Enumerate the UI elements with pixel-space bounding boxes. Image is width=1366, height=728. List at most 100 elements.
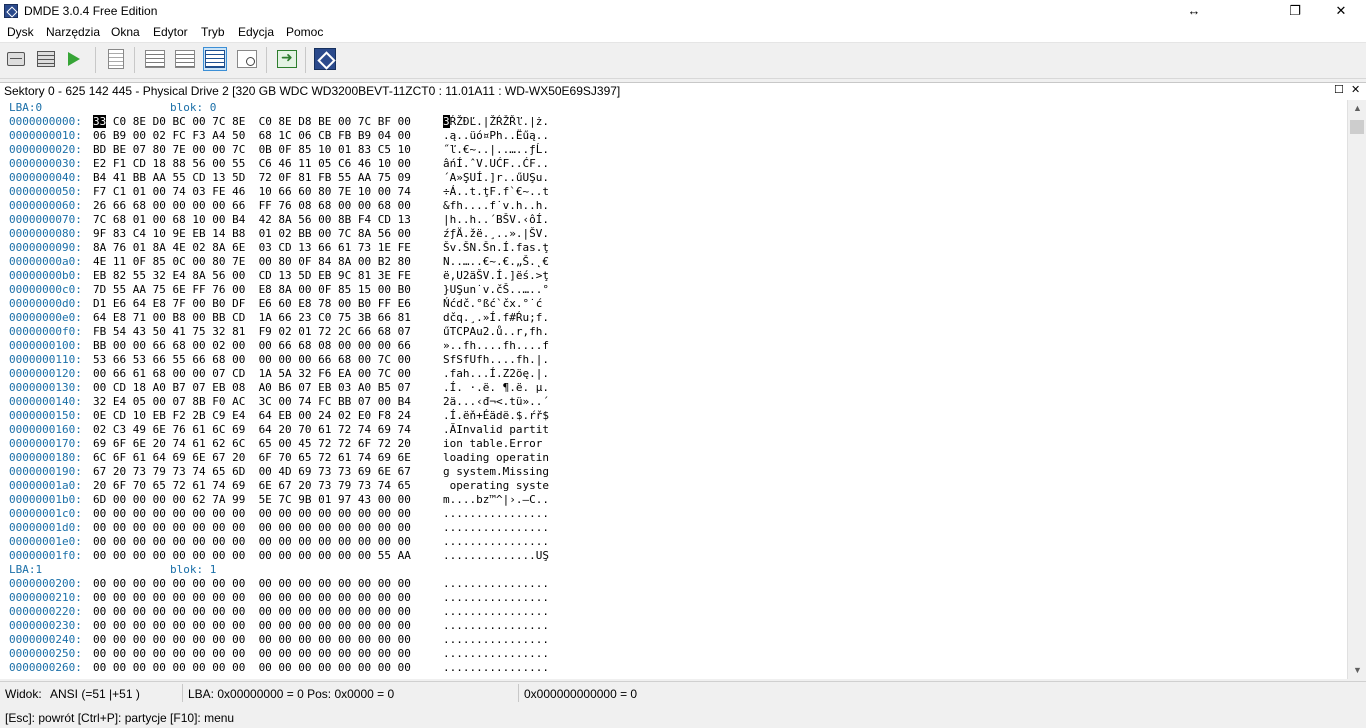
play-icon[interactable] [62,47,86,71]
row-ascii[interactable]: Ńćdč.°ßć`čx.°˙ć [443,297,542,310]
row-hex-bytes[interactable]: F7 C1 01 00 74 03 FE 46 10 66 60 80 7E 1… [93,185,443,199]
row-hex-bytes[interactable]: 7C 68 01 00 68 10 00 B4 42 8A 56 00 8B F… [93,213,443,227]
close-button[interactable]: ✕ [1318,0,1364,22]
status-encoding[interactable]: ANSI (=51 |+51 ) [50,687,140,701]
row-hex-bytes[interactable]: 4E 11 0F 85 0C 00 80 7E 00 80 0F 84 8A 0… [93,255,443,269]
tree-icon[interactable] [143,47,167,71]
row-hex-bytes[interactable]: 00 00 00 00 00 00 00 00 00 00 00 00 00 0… [93,619,443,633]
row-hex-bytes[interactable]: BB 00 00 66 68 00 02 00 00 66 68 08 00 0… [93,339,443,353]
row-hex-bytes[interactable]: 8A 76 01 8A 4E 02 8A 6E 03 CD 13 66 61 7… [93,241,443,255]
menu-tryb[interactable]: Tryb [201,25,225,39]
row-ascii[interactable]: SfSfUfh....fh.|. [443,353,549,366]
row-hex-bytes[interactable]: 20 6F 70 65 72 61 74 69 6E 67 20 73 79 7… [93,479,443,493]
row-ascii[interactable]: ˝ľ.€~..|..…..ƒĹ. [443,143,549,156]
find-icon[interactable] [235,47,259,71]
panel-maximize-button[interactable]: ☐ [1334,83,1344,96]
row-ascii[interactable]: âńÍ.ˆV.UĆF..ĆF.. [443,157,549,170]
row-ascii[interactable]: ................ [443,619,549,632]
row-hex-bytes[interactable]: 00 CD 18 A0 B7 07 EB 08 A0 B6 07 EB 03 A… [93,381,443,395]
row-ascii[interactable]: ................ [443,661,549,674]
row-ascii[interactable]: »..fh....fh....f [443,339,549,352]
row-hex-bytes[interactable]: 00 00 00 00 00 00 00 00 00 00 00 00 00 0… [93,549,443,563]
scroll-thumb[interactable] [1350,120,1364,134]
hex-editor[interactable]: LBA:0 blok: 0 0000000000: 33 C0 8E D0 BC 00… [0,100,1347,679]
goto-icon[interactable] [275,47,299,71]
row-ascii[interactable]: ................ [443,605,549,618]
list-icon[interactable] [173,47,197,71]
hex-view-icon[interactable] [203,47,227,71]
row-hex-bytes[interactable]: 06 B9 00 02 FC F3 A4 50 68 1C 06 CB FB B… [93,129,443,143]
row-hex-bytes[interactable]: 7D 55 AA 75 6E FF 76 00 E8 8A 00 0F 85 1… [93,283,443,297]
row-ascii[interactable]: &fh....f˙v.h..h. [443,199,549,212]
row-hex-bytes[interactable]: 00 00 00 00 00 00 00 00 00 00 00 00 00 0… [93,647,443,661]
row-hex-bytes[interactable]: E2 F1 CD 18 88 56 00 55 C6 46 11 05 C6 4… [93,157,443,171]
row-ascii[interactable]: ................ [443,577,549,590]
menu-dysk[interactable]: Dysk [7,25,34,39]
row-hex-bytes[interactable]: 00 66 61 68 00 00 07 CD 1A 5A 32 F6 EA 0… [93,367,443,381]
row-hex-bytes[interactable]: 64 E8 71 00 B8 00 BB CD 1A 66 23 C0 75 3… [93,311,443,325]
row-ascii[interactable]: űTCPAu2.ů..r,fh. [443,325,549,338]
row-hex-bytes[interactable]: 00 00 00 00 00 00 00 00 00 00 00 00 00 0… [93,661,443,675]
row-ascii[interactable]: .Í. ·.ë. ¶.ë. µ. [443,381,549,394]
row-ascii[interactable]: ÷Á..t.ţF.f`€~..t [443,185,549,198]
row-ascii[interactable]: ................ [443,647,549,660]
row-hex-bytes[interactable]: 00 00 00 00 00 00 00 00 00 00 00 00 00 0… [93,633,443,647]
menu-narzedzia[interactable]: Narzędzia [46,25,100,39]
row-ascii[interactable]: operating syste [443,479,549,492]
row-hex-bytes[interactable]: 69 6F 6E 20 74 61 62 6C 65 00 45 72 72 6… [93,437,443,451]
row-hex-bytes[interactable]: 9F 83 C4 10 9E EB 14 B8 01 02 BB 00 7C 8… [93,227,443,241]
row-ascii[interactable]: ................ [443,521,549,534]
row-hex-bytes[interactable]: 00 00 00 00 00 00 00 00 00 00 00 00 00 0… [93,535,443,549]
row-ascii[interactable]: ................ [443,591,549,604]
row-hex-bytes[interactable]: 00 00 00 00 00 00 00 00 00 00 00 00 00 0… [93,577,443,591]
menu-okna[interactable]: Okna [111,25,140,39]
row-ascii[interactable]: }UŞun˙v.čŠ..…..° [443,283,549,296]
row-ascii[interactable]: ion table.Error [443,437,549,450]
scroll-up-icon[interactable]: ▲ [1353,103,1362,113]
document-icon[interactable] [104,47,128,71]
row-hex-bytes[interactable]: 33 C0 8E D0 BC 00 7C 8E C0 8E D8 BE 00 7… [93,115,443,129]
row-ascii[interactable]: .ą..üó¤Ph..Ëűą.. [443,129,549,142]
row-ascii[interactable]: m....bz™^|›.—C.. [443,493,549,506]
row-hex-bytes[interactable]: 6C 6F 61 64 69 6E 67 20 6F 70 65 72 61 7… [93,451,443,465]
row-ascii[interactable]: ´A»ŞUÍ.]r..űUŞu. [443,171,549,184]
row-ascii[interactable]: ................ [443,633,549,646]
row-ascii[interactable]: ë‚U2äŠV.Í.]ëś.>ţ [443,269,549,282]
row-hex-bytes[interactable]: 00 00 00 00 00 00 00 00 00 00 00 00 00 0… [93,521,443,535]
row-hex-bytes[interactable]: 53 66 53 66 55 66 68 00 00 00 00 66 68 0… [93,353,443,367]
row-hex-bytes[interactable]: B4 41 BB AA 55 CD 13 5D 72 0F 81 FB 55 A… [93,171,443,185]
row-hex-bytes[interactable]: EB 82 55 32 E4 8A 56 00 CD 13 5D EB 9C 8… [93,269,443,283]
partitions-icon[interactable] [34,47,58,71]
row-hex-bytes[interactable]: 00 00 00 00 00 00 00 00 00 00 00 00 00 0… [93,591,443,605]
menu-pomoc[interactable]: Pomoc [286,25,323,39]
row-hex-bytes[interactable]: 0E CD 10 EB F2 2B C9 E4 64 EB 00 24 02 E… [93,409,443,423]
row-ascii[interactable]: ................ [443,535,549,548]
row-hex-bytes[interactable]: 67 20 73 79 73 74 65 6D 00 4D 69 73 73 6… [93,465,443,479]
resize-button[interactable]: ↔ [1171,0,1217,22]
dmde-logo-icon[interactable] [313,47,337,71]
vertical-scrollbar[interactable]: ▲ ▼ [1347,100,1366,679]
row-hex-bytes[interactable]: FB 54 43 50 41 75 32 81 F9 02 01 72 2C 6… [93,325,443,339]
row-hex-bytes[interactable]: 26 66 68 00 00 00 00 66 FF 76 08 68 00 0… [93,199,443,213]
row-hex-bytes[interactable]: 02 C3 49 6E 76 61 6C 69 64 20 70 61 72 7… [93,423,443,437]
row-hex-bytes[interactable]: BD BE 07 80 7E 00 00 7C 0B 0F 85 10 01 8… [93,143,443,157]
row-hex-bytes[interactable]: 00 00 00 00 00 00 00 00 00 00 00 00 00 0… [93,605,443,619]
row-ascii[interactable]: .fah...Í.Z2öę.|. [443,367,549,380]
row-hex-bytes[interactable]: 00 00 00 00 00 00 00 00 00 00 00 00 00 0… [93,507,443,521]
menu-edytor[interactable]: Edytor [153,25,188,39]
scroll-down-icon[interactable]: ▼ [1353,665,1362,675]
row-ascii[interactable]: .Í.ëň+Éädë.$.ŕř$ [443,409,549,422]
row-ascii[interactable]: ..............UŞ [443,549,549,562]
menu-edycja[interactable]: Edycja [238,25,274,39]
row-ascii[interactable]: 2ä...‹đ¬<.tü»..´ [443,395,549,408]
row-hex-bytes[interactable]: D1 E6 64 E8 7F 00 B0 DF E6 60 E8 78 00 B… [93,297,443,311]
disk-icon[interactable] [4,47,28,71]
row-ascii[interactable]: N..…..€~.€.„Š.˛€ [443,255,549,268]
row-ascii[interactable]: Šv.ŠN.Šn.Í.fas.ţ [443,241,549,254]
row-ascii[interactable]: źƒÄ.žë.¸..».|ŠV. [443,227,549,240]
restore-button[interactable]: ❐ [1272,0,1318,22]
row-ascii[interactable]: g system.Missing [443,465,549,478]
row-ascii[interactable]: ................ [443,507,549,520]
row-ascii[interactable]: |h..h..´BŠV.‹ôÍ. [443,213,549,226]
row-ascii[interactable]: 3ŔŽĐĽ.|ŽŔŽŘľ.|ż. [443,115,549,128]
